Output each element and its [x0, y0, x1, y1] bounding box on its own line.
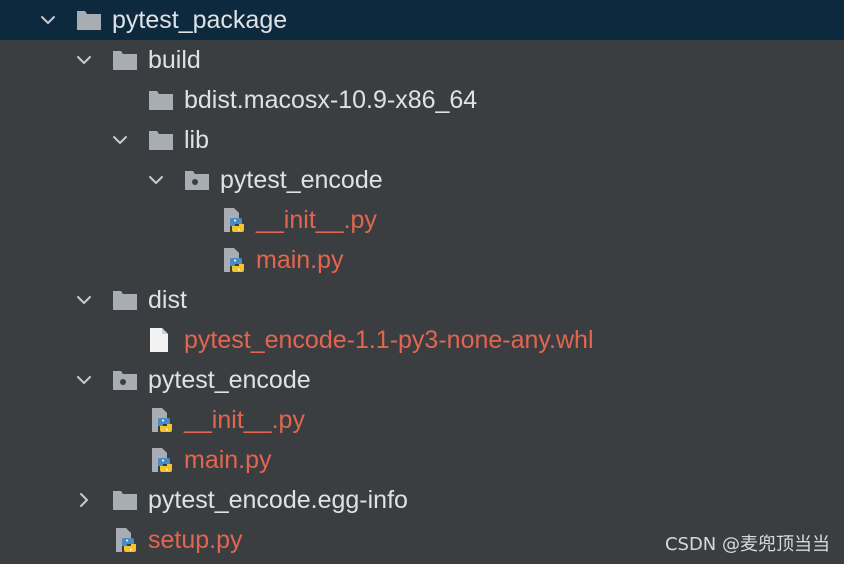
chevron-down-icon[interactable]: [112, 132, 128, 148]
watermark: CSDN @麦兜顶当当: [664, 534, 830, 555]
tree-item-label: main.py: [184, 446, 272, 474]
tree-item-lib-pytest-encode[interactable]: pytest_encode: [0, 160, 844, 200]
tree-item-label: setup.py: [148, 526, 243, 554]
chevron-down-icon[interactable]: [76, 52, 92, 68]
tree-item-label: lib: [184, 126, 210, 154]
folder-icon: [76, 8, 102, 32]
tree-item-label: pytest_encode-1.1-py3-none-any.whl: [184, 326, 594, 354]
chevron-down-icon[interactable]: [76, 372, 92, 388]
package-folder-icon: [184, 168, 210, 192]
tree-item-label: pytest_encode: [148, 366, 311, 394]
tree-item-build[interactable]: build: [0, 40, 844, 80]
package-folder-icon: [112, 368, 138, 392]
chevron-down-icon[interactable]: [148, 172, 164, 188]
tree-item-label: __init__.py: [256, 206, 377, 234]
folder-icon: [148, 128, 174, 152]
folder-icon: [112, 488, 138, 512]
project-tree: pytest_package build bdist.macosx-10.9-x…: [0, 0, 844, 564]
chevron-down-icon[interactable]: [76, 292, 92, 308]
file-icon: [148, 327, 170, 353]
tree-item-lib-init-py[interactable]: __init__.py: [0, 200, 844, 240]
tree-item-pytest-encode[interactable]: pytest_encode: [0, 360, 844, 400]
chevron-down-icon[interactable]: [40, 12, 56, 28]
tree-item-egg-info[interactable]: pytest_encode.egg-info: [0, 480, 844, 520]
tree-item-label: pytest_encode: [220, 166, 383, 194]
tree-item-label: bdist.macosx-10.9-x86_64: [184, 86, 478, 114]
tree-item-bdist[interactable]: bdist.macosx-10.9-x86_64: [0, 80, 844, 120]
python-file-icon: [114, 527, 140, 553]
python-file-icon: [222, 207, 248, 233]
folder-icon: [112, 288, 138, 312]
chevron-right-icon[interactable]: [76, 492, 92, 508]
python-file-icon: [222, 247, 248, 273]
tree-item-whl[interactable]: pytest_encode-1.1-py3-none-any.whl: [0, 320, 844, 360]
folder-icon: [148, 88, 174, 112]
tree-item-lib-main-py[interactable]: main.py: [0, 240, 844, 280]
tree-item-label: pytest_encode.egg-info: [148, 486, 408, 514]
tree-item-label: main.py: [256, 246, 344, 274]
tree-item-main-py[interactable]: main.py: [0, 440, 844, 480]
folder-icon: [112, 48, 138, 72]
tree-item-pytest-package[interactable]: pytest_package: [0, 0, 844, 40]
tree-item-label: dist: [148, 286, 187, 314]
tree-item-lib[interactable]: lib: [0, 120, 844, 160]
python-file-icon: [150, 407, 176, 433]
tree-item-label: pytest_package: [112, 6, 288, 34]
tree-item-dist[interactable]: dist: [0, 280, 844, 320]
tree-item-label: build: [148, 46, 201, 74]
tree-item-label: __init__.py: [184, 406, 305, 434]
python-file-icon: [150, 447, 176, 473]
tree-item-init-py[interactable]: __init__.py: [0, 400, 844, 440]
